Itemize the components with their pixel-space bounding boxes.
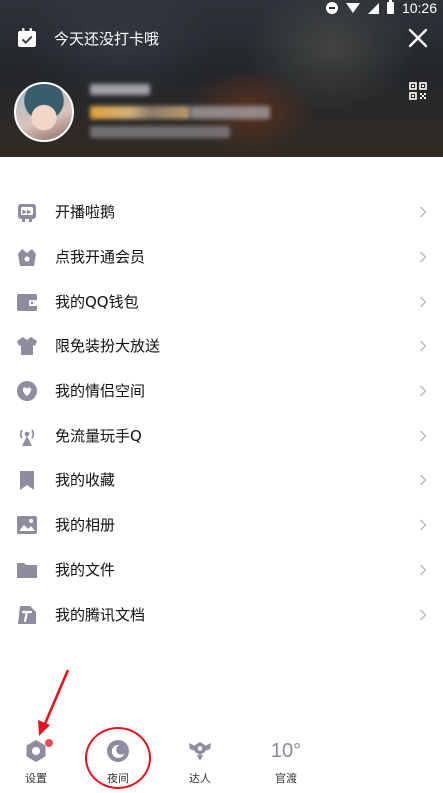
annotation-circle (85, 727, 151, 789)
calendar-check-icon[interactable] (16, 27, 38, 49)
signature-blurred-2 (90, 126, 230, 138)
nickname-blurred (90, 84, 150, 95)
settings-label: 设置 (25, 772, 47, 785)
couple-icon (17, 381, 37, 402)
menu-item-favorites[interactable]: 我的收藏 (0, 458, 443, 503)
menu-item-album[interactable]: 我的相册 (0, 503, 443, 548)
expert-button[interactable]: 达人 (170, 738, 230, 786)
annotation-arrow (38, 669, 70, 736)
weather-city: 官渡 (275, 772, 297, 785)
menu-item-dressup[interactable]: 限免装扮大放送 (0, 324, 443, 369)
checkin-prompt[interactable]: 今天还没打卡哦 (54, 29, 159, 49)
chevron-right-icon (420, 474, 427, 486)
chevron-right-icon (420, 206, 427, 218)
notification-dot (45, 739, 53, 747)
menu-item-label: 我的腾讯文档 (55, 605, 146, 624)
settings-button[interactable]: 设置 (6, 738, 66, 786)
menu-item-label: 开播啦鹅 (55, 203, 116, 222)
bookmark-icon (20, 471, 34, 491)
menu-item-wallet[interactable]: 我的QQ钱包 (0, 279, 443, 324)
profile-header: 10:26 今天还没打卡哦 (0, 0, 443, 157)
svg-text:▶▶: ▶▶ (22, 210, 32, 216)
menu-item-live[interactable]: ▶▶ 开播啦鹅 (0, 190, 443, 235)
wallet-icon (17, 293, 37, 311)
side-menu: ▶▶ 开播啦鹅 点我开通会员 我的QQ钱包 限免装扮大放送 我的情侣空间 免流量… (0, 190, 443, 637)
battery-icon (386, 0, 394, 14)
wifi-icon (345, 3, 360, 13)
wings-badge-icon (189, 742, 211, 761)
chevron-right-icon (420, 430, 427, 442)
live-icon: ▶▶ (18, 204, 36, 223)
menu-item-label: 我的相册 (55, 516, 116, 535)
status-bar: 10:26 (0, 0, 443, 16)
menu-item-label: 免流量玩手Q (55, 426, 142, 445)
dressup-icon (17, 337, 37, 356)
weather-widget[interactable]: 10° 官渡 (256, 738, 316, 786)
menu-item-free-data[interactable]: 免流量玩手Q (0, 413, 443, 458)
menu-item-files[interactable]: 我的文件 (0, 548, 443, 593)
qr-code-icon[interactable] (409, 82, 427, 100)
album-icon (17, 516, 37, 535)
menu-item-couple[interactable]: 我的情侣空间 (0, 369, 443, 414)
status-time: 10:26 (401, 0, 437, 16)
do-not-disturb-icon (325, 2, 338, 14)
level-badges-blurred (90, 106, 190, 119)
chevron-right-icon (420, 340, 427, 352)
menu-item-label: 点我开通会员 (55, 248, 146, 267)
menu-item-label: 我的QQ钱包 (55, 292, 139, 311)
chevron-right-icon (420, 519, 427, 531)
close-icon[interactable] (407, 27, 429, 49)
expert-label: 达人 (189, 772, 211, 785)
menu-item-label: 我的情侣空间 (55, 382, 146, 401)
menu-item-vip[interactable]: 点我开通会员 (0, 235, 443, 280)
antenna-icon (19, 429, 35, 446)
avatar[interactable] (14, 82, 74, 142)
chevron-right-icon (420, 296, 427, 308)
weather-temperature: 10° (270, 740, 302, 762)
chevron-right-icon (420, 564, 427, 576)
signature-blurred-1 (190, 106, 270, 119)
bottom-bar: 设置 夜间 达人 10° 官渡 (0, 738, 443, 793)
signal-icon (367, 2, 379, 14)
vip-icon (18, 249, 36, 267)
folder-icon (17, 562, 37, 578)
chevron-right-icon (420, 251, 427, 263)
chevron-right-icon (420, 609, 427, 621)
menu-item-tencent-docs[interactable]: 我的腾讯文档 (0, 592, 443, 637)
menu-item-label: 限免装扮大放送 (55, 337, 161, 356)
menu-item-label: 我的收藏 (55, 471, 116, 490)
docs-icon (18, 605, 36, 624)
menu-item-label: 我的文件 (55, 560, 116, 579)
chevron-right-icon (420, 385, 427, 397)
